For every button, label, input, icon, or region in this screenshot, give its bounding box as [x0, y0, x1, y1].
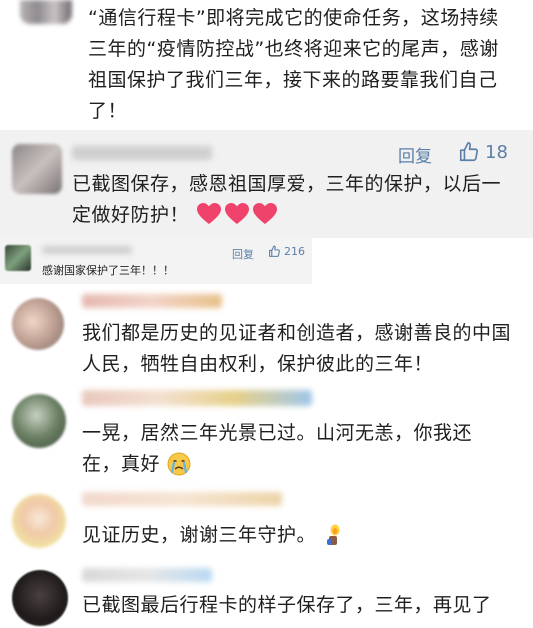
heart-icon — [252, 203, 277, 224]
comment-text: “通信行程卡”即将完成它的使命任务，这场持续三年的“疫情防控战”也终将迎来它的尾… — [88, 7, 499, 122]
comment-item-highlighted: 回复 18 已截图保存，感恩祖国厚爱，三年的保护，以后一定做好防护！ — [0, 130, 533, 238]
username-blurred[interactable] — [82, 390, 312, 406]
crying-face-icon — [167, 452, 191, 486]
heart-icon — [224, 203, 249, 224]
comment-item-small: 回复 216 感谢国家保护了三年！！！ — [0, 238, 312, 284]
comment-text: 已截图最后行程卡的样子保存了，三年，再见了 — [82, 594, 492, 616]
comment-text: 已截图保存，感恩祖国厚爱，三年的保护，以后一定做好防护！ — [72, 173, 502, 226]
username-blurred[interactable] — [82, 492, 282, 506]
like-button[interactable]: 216 — [268, 245, 305, 258]
avatar[interactable] — [12, 298, 64, 350]
avatar[interactable] — [12, 570, 68, 626]
like-count: 18 — [485, 141, 508, 163]
hearts-emoji-group — [196, 202, 278, 226]
comment-item: 一晃，居然三年光景已过。山河无恙，你我还在，真好 — [0, 382, 533, 482]
thumbs-up-icon — [268, 245, 281, 258]
username-blurred[interactable] — [82, 568, 212, 582]
avatar[interactable] — [5, 245, 31, 271]
comment-text: 一晃，居然三年光景已过。山河无恙，你我还在，真好 — [82, 422, 473, 475]
comment-text-wrap: 已截图保存，感恩祖国厚爱，三年的保护，以后一定做好防护！ — [72, 169, 518, 231]
comment-item: 我们都是历史的见证者和创造者，感谢善良的中国人民，牺牲自由权利，保护彼此的三年！ — [0, 284, 533, 380]
thumbs-up-icon — [458, 141, 480, 163]
like-count: 216 — [284, 245, 305, 258]
avatar[interactable] — [20, 0, 72, 24]
avatar[interactable] — [12, 494, 66, 548]
comment-item: 已截图最后行程卡的样子保存了，三年，再见了 — [0, 562, 533, 628]
comment-text: 我们都是历史的见证者和创造者，感谢善良的中国人民，牺牲自由权利，保护彼此的三年！ — [82, 322, 512, 375]
comment-text: 见证历史，谢谢三年守护。 — [82, 524, 317, 546]
reply-button[interactable]: 回复 — [232, 246, 254, 262]
username-blurred[interactable] — [82, 294, 222, 308]
like-button[interactable]: 18 — [458, 141, 508, 163]
avatar[interactable] — [12, 144, 62, 194]
comment-item: “通信行程卡”即将完成它的使命任务，这场持续三年的“疫情防控战”也终将迎来它的尾… — [0, 0, 533, 130]
reply-button[interactable]: 回复 — [398, 142, 432, 167]
heart-icon — [196, 203, 221, 224]
comment-text: 感谢国家保护了三年！！！ — [42, 264, 174, 277]
avatar[interactable] — [12, 394, 66, 448]
comment-text-wrap: 一晃，居然三年光景已过。山河无恙，你我还在，真好 — [82, 418, 502, 486]
username-blurred[interactable] — [72, 146, 212, 160]
prayer-candle-icon — [323, 523, 345, 557]
comment-text-wrap: 见证历史，谢谢三年守护。 — [82, 520, 502, 557]
username-blurred[interactable] — [42, 246, 132, 254]
comment-item: 见证历史，谢谢三年守护。 — [0, 484, 533, 562]
